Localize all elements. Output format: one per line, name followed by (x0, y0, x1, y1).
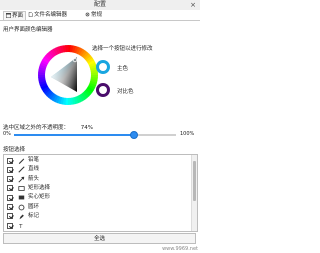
list-item[interactable]: 矩形选择 (4, 184, 190, 193)
tab-interface[interactable]: 界面 (3, 11, 27, 20)
opacity-max-label: 100% (180, 131, 195, 137)
color-wheel[interactable] (37, 44, 99, 106)
document-icon (28, 12, 33, 17)
list-item-label: 标记 (28, 212, 40, 219)
opacity-value: 74% (80, 125, 93, 131)
list-item[interactable]: T (4, 221, 190, 230)
checkbox[interactable] (7, 176, 13, 183)
title-bar: 配置 × (0, 0, 200, 10)
opacity-slider-track[interactable] (14, 134, 176, 136)
button-list[interactable]: 铅笔直线箭头矩形选择实心矩形圆环标记 T (3, 154, 198, 232)
opacity-slider-fill (14, 134, 134, 136)
text-icon: T (18, 224, 23, 229)
color-editor-hint: 选择一个按钮以进行修改 (92, 46, 153, 52)
opacity-label: 选中区域之外的不透明度： 74% (3, 123, 93, 131)
settings-icon (85, 12, 90, 17)
pencil-icon (18, 158, 25, 164)
opacity-label-text: 选中区域之外的不透明度： (3, 125, 70, 131)
main-color-label: 主色 (117, 66, 129, 72)
opacity-slider-thumb[interactable] (129, 131, 138, 139)
svg-text:T: T (18, 224, 23, 229)
contrast-color-dot (99, 86, 107, 94)
opacity-min-label: 0% (3, 131, 11, 137)
color-editor-heading: 用户界面颜色编辑器 (3, 27, 53, 33)
checkbox[interactable] (7, 222, 13, 229)
watermark: www.9969.net (162, 246, 198, 252)
tab-label: 常规 (91, 12, 103, 18)
tab-general[interactable]: 常规 (83, 11, 104, 19)
checkbox[interactable] (7, 185, 13, 192)
contrast-color-button[interactable] (96, 83, 110, 97)
arrow-icon (18, 176, 25, 183)
list-item-label: 箭头 (28, 175, 40, 182)
list-item[interactable]: 直线 (4, 165, 190, 174)
list-item-label: 圆环 (28, 203, 40, 210)
contrast-color-label: 对比色 (117, 89, 134, 95)
tab-bar: 界面 文件名编辑器 常规 (0, 11, 200, 21)
tab-filename-editor[interactable]: 文件名编辑器 (26, 11, 69, 19)
select-all-button[interactable]: 全选 (3, 233, 196, 244)
tab-label: 文件名编辑器 (34, 12, 68, 18)
checkbox[interactable] (7, 194, 13, 201)
main-color-button[interactable] (96, 60, 110, 74)
checkbox[interactable] (7, 204, 13, 210)
marker-icon (19, 214, 24, 220)
circle-icon (18, 204, 25, 210)
list-item-label: 直线 (28, 166, 40, 173)
list-item[interactable]: 圆环 (4, 203, 190, 212)
buttons-heading: 按钮选择 (3, 147, 26, 153)
list-item-label: 实心矩形 (28, 194, 51, 201)
list-item[interactable]: 实心矩形 (4, 193, 190, 202)
filled-rectangle-icon (18, 195, 25, 200)
checkbox[interactable] (7, 166, 13, 173)
list-item[interactable]: 标记 (4, 212, 190, 221)
checkbox[interactable] (7, 213, 13, 220)
close-button[interactable]: × (190, 0, 196, 10)
window-title: 配置 (93, 1, 106, 8)
scrollbar-thumb[interactable] (193, 161, 196, 201)
list-item[interactable]: 铅笔 (4, 156, 190, 165)
list-scrollbar[interactable] (191, 155, 197, 231)
checkbox[interactable] (7, 157, 13, 164)
color-wheel-graphic[interactable] (37, 44, 99, 106)
list-item-label: 铅笔 (28, 157, 40, 163)
list-item-label: 矩形选择 (28, 184, 51, 191)
interface-icon (6, 13, 11, 18)
rectangle-selection-icon (18, 186, 25, 191)
line-icon (18, 166, 25, 173)
tab-label: 界面 (12, 13, 24, 19)
main-color-dot (99, 63, 107, 71)
list-item[interactable]: 箭头 (4, 175, 190, 184)
